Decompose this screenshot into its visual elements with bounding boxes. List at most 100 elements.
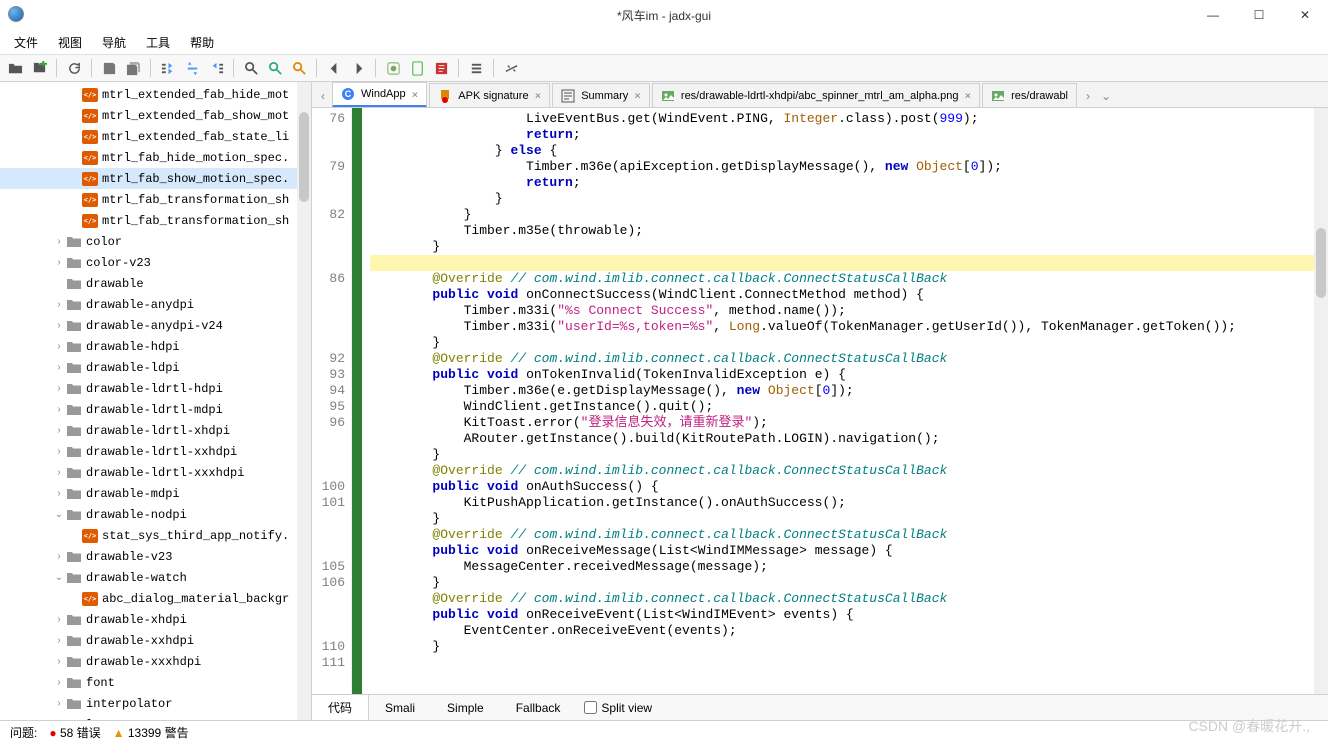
editor-tab[interactable]: CWindApp× [332,82,427,108]
tab-scroll-left[interactable]: ‹ [314,85,332,107]
tree-item[interactable]: ›drawable-ldrtl-hdpi [0,378,311,399]
tree-item[interactable]: </>mtrl_extended_fab_hide_mot [0,84,311,105]
log-button[interactable] [430,57,452,79]
back-button[interactable] [323,57,345,79]
tree-item[interactable]: ›color [0,231,311,252]
tree-item[interactable]: </>mtrl_extended_fab_state_li [0,126,311,147]
tree-label: drawable-xxhdpi [86,634,194,648]
menu-文件[interactable]: 文件 [6,32,46,53]
open-file-button[interactable] [4,57,26,79]
folder-icon [66,298,82,312]
tree-item[interactable]: </>abc_dialog_material_backgr [0,588,311,609]
tree-item[interactable]: ⌄drawable-nodpi [0,504,311,525]
deobf-button[interactable] [382,57,404,79]
view-mode-bar: 代码SmaliSimpleFallback Split view [312,694,1328,720]
tree-item[interactable]: </>mtrl_fab_transformation_sh [0,189,311,210]
save-all-button[interactable] [122,57,144,79]
tree-item[interactable]: ›drawable-hdpi [0,336,311,357]
view-tab-Simple[interactable]: Simple [431,695,500,720]
tab-close-icon[interactable]: × [965,89,972,102]
tree-item[interactable]: ›drawable-ldrtl-xhdpi [0,420,311,441]
folder-icon [66,697,82,711]
editor-tab[interactable]: res/drawable-ldrtl-xhdpi/abc_spinner_mtr… [652,83,980,107]
editor-tabs: ‹ CWindApp×APK signature×Summary×res/dra… [312,82,1328,108]
folder-icon [66,445,82,459]
refresh-button[interactable] [63,57,85,79]
quark-button[interactable] [406,57,428,79]
tree-item[interactable]: ›interpolator [0,693,311,714]
maximize-button[interactable]: ☐ [1236,0,1282,30]
tree-item[interactable]: ›color-v23 [0,252,311,273]
folder-icon [66,571,82,585]
tree-label: drawable-ldrtl-xxxhdpi [86,466,244,480]
tab-close-icon[interactable]: × [412,88,419,101]
change-marker [352,108,362,694]
tree-label: color [86,235,122,249]
menu-button[interactable] [465,57,487,79]
tab-scroll-right[interactable]: › [1079,85,1097,107]
titlebar: *风车im - jadx-gui — ☐ ✕ [0,0,1328,30]
tree-label: drawable-hdpi [86,340,180,354]
sync-button[interactable] [181,57,203,79]
tree-item[interactable]: ›drawable-mdpi [0,483,311,504]
tree-item[interactable]: ›drawable-xxxhdpi [0,651,311,672]
tab-close-icon[interactable]: × [535,89,542,102]
search-text-button[interactable] [288,57,310,79]
editor-scrollbar[interactable] [1314,108,1328,694]
tree-item[interactable]: ›drawable-ldrtl-xxxhdpi [0,462,311,483]
tree-label: drawable-watch [86,571,187,585]
tree-item[interactable]: </>mtrl_extended_fab_show_mot [0,105,311,126]
tree-item[interactable]: ›drawable-ldrtl-xxhdpi [0,441,311,462]
tree-item[interactable]: </>stat_sys_third_app_notify. [0,525,311,546]
minimize-button[interactable]: — [1190,0,1236,30]
collapse-button[interactable] [205,57,227,79]
menubar: 文件视图导航工具帮助 [0,30,1328,54]
tree-item[interactable]: ›drawable-anydpi [0,294,311,315]
error-count[interactable]: ● 58 错误 [49,724,100,741]
view-tab-Fallback[interactable]: Fallback [500,695,577,720]
add-file-button[interactable] [28,57,50,79]
folder-icon [66,319,82,333]
search-class-button[interactable] [264,57,286,79]
save-button[interactable] [98,57,120,79]
tree-item[interactable]: ›font [0,672,311,693]
tree-item[interactable]: ›drawable-v23 [0,546,311,567]
menu-视图[interactable]: 视图 [50,32,90,53]
sidebar[interactable]: </>mtrl_extended_fab_hide_mot</>mtrl_ext… [0,82,312,720]
code-editor[interactable]: 76 79 82 86 9293949596 100101 105106 110… [312,108,1328,694]
tree-item[interactable]: ⌄drawable-watch [0,567,311,588]
class-icon: C [341,87,355,101]
folder-icon [66,403,82,417]
expand-button[interactable] [157,57,179,79]
tree-item[interactable]: ›drawable-ldrtl-mdpi [0,399,311,420]
tab-list-button[interactable]: ⌄ [1097,85,1115,107]
tree-item[interactable]: </>mtrl_fab_hide_motion_spec. [0,147,311,168]
settings-button[interactable] [500,57,522,79]
menu-导航[interactable]: 导航 [94,32,134,53]
sidebar-scrollbar[interactable] [297,82,311,720]
forward-button[interactable] [347,57,369,79]
tree-item[interactable]: ›drawable-xxhdpi [0,630,311,651]
tree-item[interactable]: </>mtrl_fab_show_motion_spec. [0,168,311,189]
close-button[interactable]: ✕ [1282,0,1328,30]
tree-item[interactable]: ›layout [0,714,311,720]
folder-icon [66,487,82,501]
menu-工具[interactable]: 工具 [138,32,178,53]
xml-icon: </> [82,109,98,123]
tab-close-icon[interactable]: × [634,89,641,102]
editor-tab[interactable]: APK signature× [429,83,550,107]
split-view-checkbox[interactable]: Split view [584,701,652,715]
editor-tab[interactable]: res/drawabl [982,83,1077,107]
tree-item[interactable]: ›drawable-xhdpi [0,609,311,630]
menu-帮助[interactable]: 帮助 [182,32,222,53]
tree-item[interactable]: ›drawable-ldpi [0,357,311,378]
tree-item[interactable]: </>mtrl_fab_transformation_sh [0,210,311,231]
editor-tab[interactable]: Summary× [552,83,650,107]
tree-item[interactable]: drawable [0,273,311,294]
search-button[interactable] [240,57,262,79]
view-tab-Smali[interactable]: Smali [369,695,431,720]
tree-item[interactable]: ›drawable-anydpi-v24 [0,315,311,336]
view-tab-代码[interactable]: 代码 [312,695,369,720]
folder-icon [66,424,82,438]
warning-count[interactable]: ▲ 13399 警告 [113,724,189,741]
